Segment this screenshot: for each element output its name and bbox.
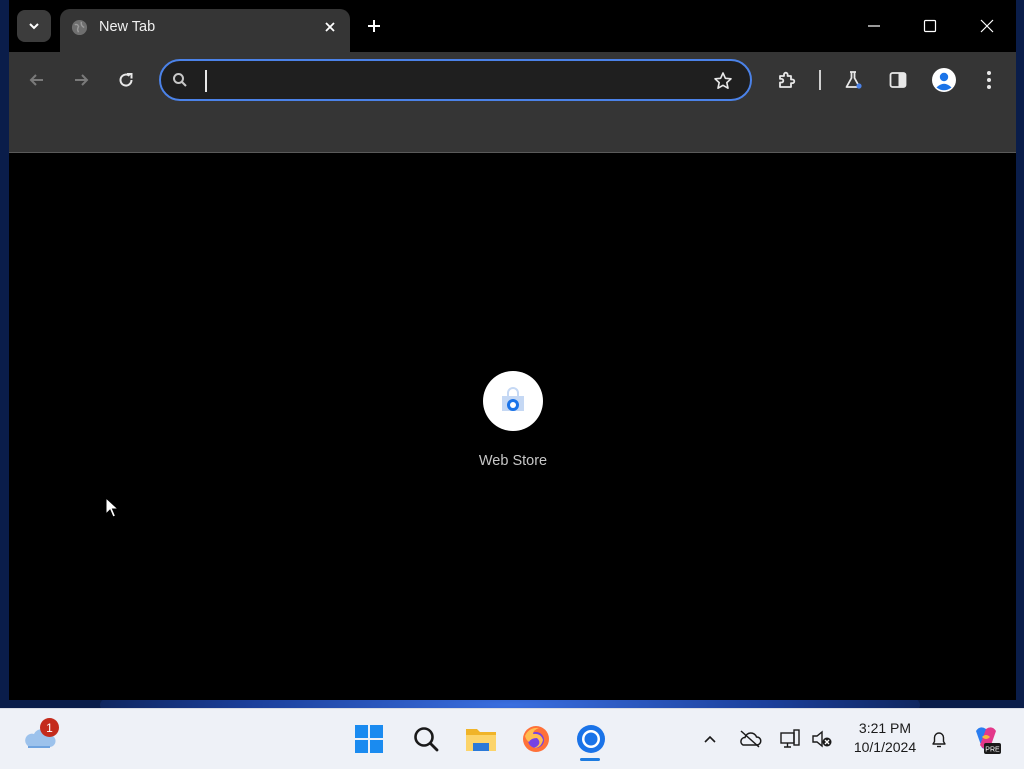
tab-search-button[interactable]: [17, 10, 51, 42]
maximize-button[interactable]: [915, 12, 945, 40]
kebab-menu-icon: [987, 71, 991, 89]
shortcut-tile: [483, 371, 543, 431]
system-clock[interactable]: 3:21 PM 10/1/2024: [846, 719, 924, 757]
reload-button[interactable]: [112, 66, 140, 94]
forward-arrow-icon: [75, 74, 89, 86]
start-button[interactable]: [347, 717, 391, 761]
browser-toolbar: [9, 52, 1016, 108]
maximize-icon: [923, 19, 937, 33]
toolbar-separator: [819, 70, 821, 90]
address-input[interactable]: [201, 69, 685, 93]
back-arrow-icon: [29, 74, 43, 86]
profile-button[interactable]: [930, 66, 958, 94]
puzzle-icon: [779, 71, 796, 88]
tab-title: New Tab: [99, 19, 156, 35]
shortcut-label: Web Store: [478, 453, 548, 469]
monitor-icon: [780, 729, 800, 748]
volume-button[interactable]: [810, 727, 834, 751]
chrome-icon: [577, 725, 605, 753]
onedrive-button[interactable]: [738, 727, 762, 751]
star-icon[interactable]: [713, 71, 733, 91]
side-panel-icon: [889, 72, 907, 88]
mouse-pointer-icon: [105, 497, 119, 518]
clock-date: 10/1/2024: [853, 739, 917, 755]
network-button[interactable]: [778, 727, 802, 751]
windows-logo-icon: [355, 725, 383, 753]
web-store-icon: [502, 387, 524, 411]
flask-icon: [845, 71, 862, 89]
active-app-indicator: [580, 758, 600, 761]
back-button[interactable]: [23, 66, 51, 94]
notification-badge: 1: [40, 718, 59, 737]
folder-icon: [466, 729, 496, 751]
close-icon: [325, 22, 335, 32]
text-caret: [205, 70, 207, 92]
side-panel-button[interactable]: [884, 66, 912, 94]
minimize-button[interactable]: [859, 12, 889, 40]
firefox-icon: [523, 726, 549, 752]
profile-icon: [932, 68, 956, 92]
tab-close-button[interactable]: [320, 17, 340, 37]
search-icon: [414, 727, 439, 752]
browser-window: New Tab Web Store: [9, 0, 1016, 700]
menu-button[interactable]: [975, 66, 1003, 94]
bookmarks-bar: [9, 108, 1016, 153]
copilot-icon: PRE: [976, 727, 1001, 754]
title-bar[interactable]: New Tab: [9, 0, 1016, 52]
chevron-up-icon: [704, 735, 716, 743]
search-icon: [173, 73, 187, 87]
window-close-button[interactable]: [972, 12, 1002, 40]
globe-icon: [71, 19, 88, 36]
svg-text:PRE: PRE: [985, 747, 1000, 754]
plus-icon: [368, 20, 380, 32]
new-tab-button[interactable]: [363, 15, 385, 37]
address-bar[interactable]: [159, 59, 752, 101]
forward-button[interactable]: [67, 66, 95, 94]
show-hidden-icons-button[interactable]: [698, 727, 722, 751]
firefox-button[interactable]: [514, 717, 558, 761]
copilot-button[interactable]: PRE: [970, 723, 1002, 755]
chrome-button[interactable]: [569, 717, 613, 761]
chevron-down-icon: [29, 23, 39, 30]
shortcut-web-store[interactable]: Web Store: [474, 371, 552, 469]
labs-button[interactable]: [839, 66, 867, 94]
window-close-icon: [980, 19, 994, 33]
reload-icon: [119, 73, 133, 87]
notifications-button[interactable]: [927, 727, 951, 751]
bell-icon: [932, 732, 946, 748]
tab-new-tab[interactable]: New Tab: [60, 9, 350, 52]
minimize-icon: [868, 25, 880, 27]
cloud-offline-icon: [740, 730, 762, 748]
file-explorer-button[interactable]: [459, 717, 503, 761]
taskbar: 1 3:21 PM 10/1/2024 PRE: [0, 708, 1024, 769]
taskbar-search-button[interactable]: [404, 717, 448, 761]
extensions-button[interactable]: [773, 66, 801, 94]
new-tab-page: Web Store: [9, 153, 1016, 700]
speaker-muted-icon: [812, 730, 832, 748]
clock-time: 3:21 PM: [858, 720, 912, 736]
